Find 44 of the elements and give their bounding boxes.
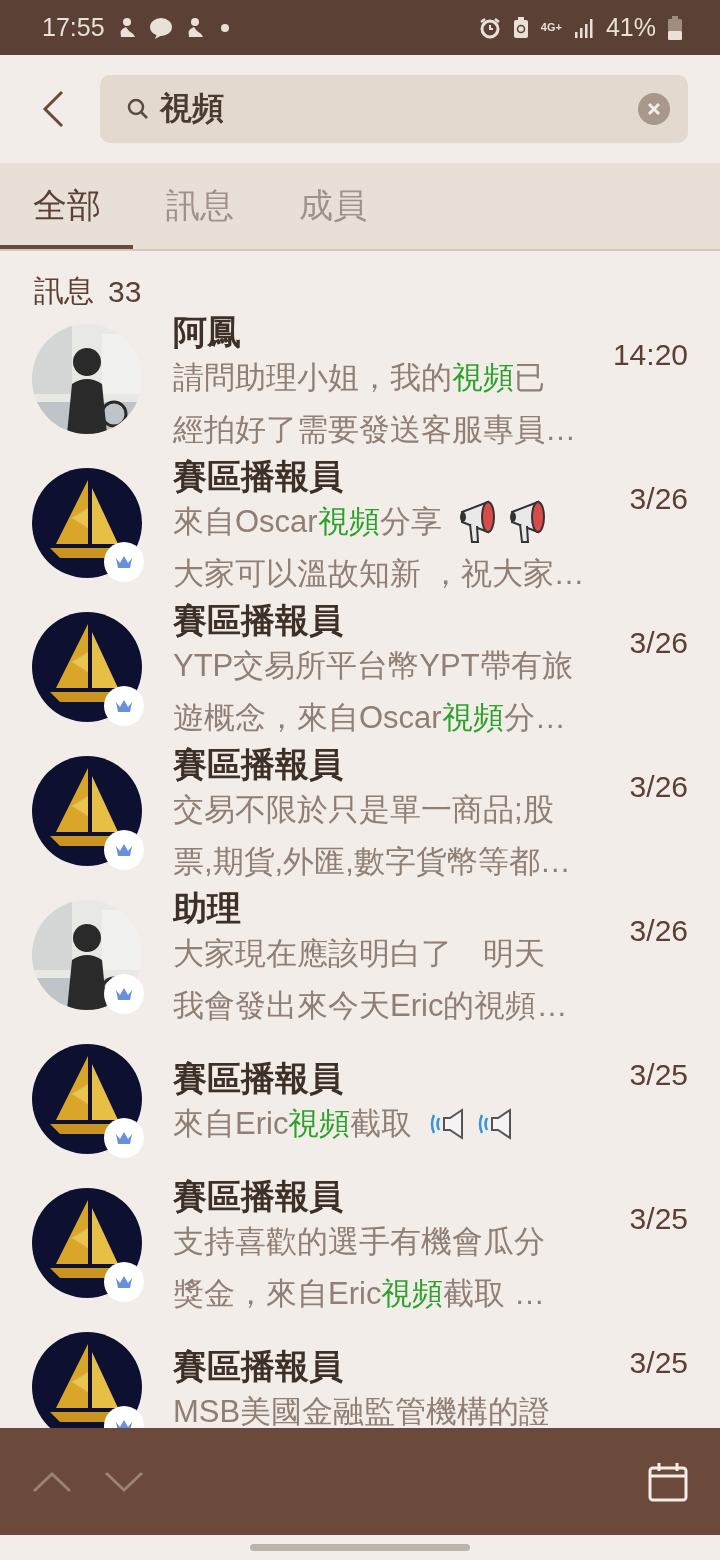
message-time: 3/26 — [629, 913, 688, 948]
sender-name: 賽區播報員 — [173, 1176, 344, 1216]
search-result[interactable]: 賽區播報員 YTP交易所平台幣YPT帶有旅 遊概念，來自Oscar視頻分… 3/26 — [0, 600, 720, 744]
result-count: 33 — [108, 274, 142, 309]
sender-name: 阿鳳 — [173, 312, 242, 352]
message-preview: 獎金，來自Eric視頻截取 … — [173, 1275, 545, 1313]
search-result[interactable]: 助理 大家現在應該明白了 明天 我會發出來今天Eric的視頻… 3/26 — [0, 888, 720, 1032]
sender-name: 助理 — [173, 888, 242, 928]
search-result[interactable]: 賽區播報員 來自Eric視頻截取 3/25 — [0, 1032, 720, 1176]
message-preview: 請問助理小姐，我的視頻已 — [173, 359, 545, 397]
sender-name: 賽區播報員 — [173, 744, 344, 784]
message-time: 3/26 — [629, 625, 688, 660]
message-preview: YTP交易所平台幣YPT帶有旅 — [173, 647, 573, 685]
message-preview: 來自Eric視頻截取 — [173, 1105, 413, 1143]
message-time: 3/26 — [629, 481, 688, 516]
message-preview: 大家現在應該明白了 明天 — [173, 935, 545, 973]
message-preview: 交易不限於只是單一商品;股 — [173, 791, 554, 829]
search-result[interactable]: 阿鳳 請問助理小姐，我的視頻已 經拍好了需要發送客服專員… 14:20 — [0, 312, 720, 456]
search-result[interactable]: 賽區播報員 交易不限於只是單一商品;股 票,期貨,外匯,數字貨幣等都… 3/26 — [0, 744, 720, 888]
sender-name: 賽區播報員 — [173, 600, 344, 640]
sender-name: 賽區播報員 — [173, 1058, 344, 1098]
message-preview: 遊概念，來自Oscar視頻分… — [173, 699, 566, 737]
message-time: 3/25 — [629, 1345, 688, 1380]
clock-time: 17:55 — [42, 13, 105, 42]
search-result[interactable]: 賽區播報員 支持喜歡的選手有機會瓜分 獎金，來自Eric視頻截取 … 3/25 — [0, 1176, 720, 1320]
message-preview: 票,期貨,外匯,數字貨幣等都… — [173, 843, 571, 881]
sender-name: 賽區播報員 — [173, 1346, 344, 1386]
search-field[interactable]: 視頻 — [100, 75, 688, 143]
message-preview: 我會發出來今天Eric的視頻… — [173, 987, 568, 1025]
message-time: 3/25 — [629, 1057, 688, 1092]
message-time: 3/25 — [629, 1201, 688, 1236]
message-preview: 經拍好了需要發送客服專員… — [173, 411, 576, 449]
message-time: 3/26 — [629, 769, 688, 804]
search-result[interactable]: 賽區播報員 來自Oscar視頻分享 大家可以溫故知新 ，祝大家… 3/26 — [0, 456, 720, 600]
battery-percent: 41% — [605, 13, 656, 42]
message-time: 14:20 — [612, 337, 688, 372]
message-preview: 來自Oscar視頻分享 — [173, 503, 442, 541]
network-type: 4G+ — [540, 22, 562, 33]
sender-name: 賽區播報員 — [173, 456, 344, 496]
message-preview: 支持喜歡的選手有機會瓜分 — [173, 1223, 545, 1261]
section-title: 訊息 — [34, 273, 94, 309]
message-preview: MSB美國金融監管機構的證 — [173, 1393, 551, 1428]
message-preview: 大家可以溫故知新 ，祝大家… — [173, 555, 585, 593]
tab[interactable]: 全部 — [0, 163, 133, 249]
